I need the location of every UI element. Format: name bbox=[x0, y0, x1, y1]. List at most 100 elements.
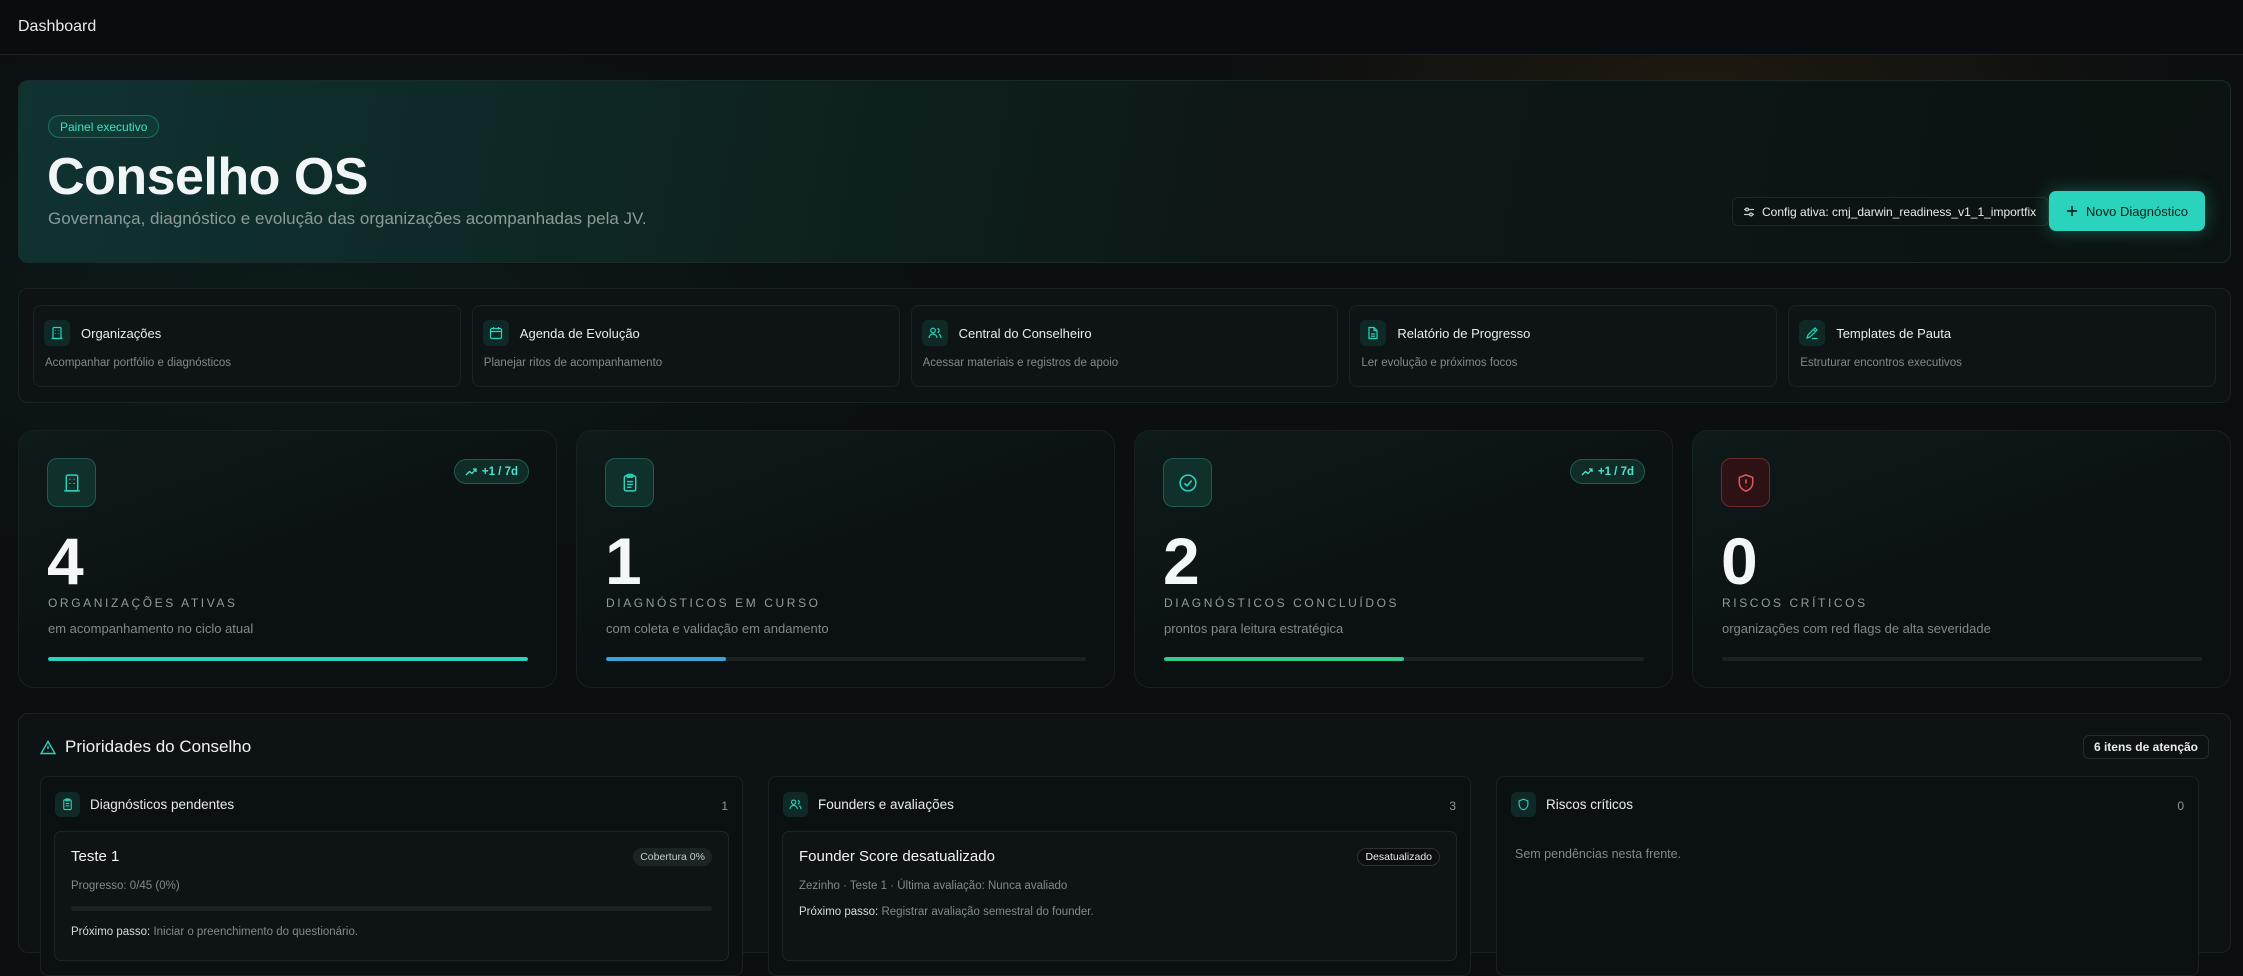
column-founders: Founders e avaliações 3 Founder Score de… bbox=[768, 776, 1471, 976]
stat-label: DIAGNÓSTICOS EM CURSO bbox=[606, 596, 821, 610]
item-meta: Zezinho · Teste 1 · Última avaliação: Nu… bbox=[799, 880, 1068, 892]
hero-title: Conselho OS bbox=[47, 148, 368, 206]
quick-link-templates[interactable]: Templates de Pauta Estruturar encontros … bbox=[1788, 305, 2216, 387]
quick-link-organizacoes[interactable]: Organizações Acompanhar portfólio e diag… bbox=[33, 305, 461, 387]
users-icon bbox=[783, 792, 808, 817]
stat-card-organizacoes[interactable]: +1 / 7d 4 ORGANIZAÇÕES ATIVAS em acompan… bbox=[18, 430, 557, 688]
priority-item[interactable]: Founder Score desatualizado Desatualizad… bbox=[782, 831, 1457, 961]
building-icon bbox=[44, 320, 70, 346]
clipboard-icon bbox=[55, 792, 80, 817]
warning-icon bbox=[40, 739, 56, 754]
stat-progress-track bbox=[1722, 657, 2202, 661]
building-icon bbox=[47, 458, 96, 507]
stat-value: 2 bbox=[1163, 524, 1200, 598]
shield-icon bbox=[1511, 792, 1536, 817]
stat-progress-fill bbox=[606, 657, 726, 661]
column-count: 3 bbox=[1449, 799, 1456, 813]
quick-link-desc: Planejar ritos de acompanhamento bbox=[483, 357, 663, 369]
trend-up-icon bbox=[465, 467, 477, 475]
next-step-label: Próximo passo: bbox=[799, 906, 879, 918]
config-selector[interactable]: Config ativa: cmj_darwin_readiness_v1_1_… bbox=[1732, 197, 2050, 226]
check-circle-icon bbox=[1163, 458, 1212, 507]
column-header: Riscos críticos bbox=[1511, 792, 1633, 817]
quick-links: Organizações Acompanhar portfólio e diag… bbox=[18, 288, 2231, 403]
next-step-text: Iniciar o preenchimento do questionário. bbox=[153, 926, 359, 938]
column-count: 0 bbox=[2177, 799, 2184, 813]
item-progress-track bbox=[71, 906, 712, 911]
stat-progress-fill bbox=[48, 657, 528, 661]
quick-link-title: Relatório de Progresso bbox=[1397, 326, 1531, 341]
coverage-badge: Cobertura 0% bbox=[633, 848, 712, 866]
quick-link-desc: Ler evolução e próximos focos bbox=[1361, 357, 1518, 369]
trend-text: +1 / 7d bbox=[1597, 465, 1634, 478]
stat-card-riscos[interactable]: 0 RISCOS CRÍTICOS organizações com red f… bbox=[1692, 430, 2231, 688]
stat-label: DIAGNÓSTICOS CONCLUÍDOS bbox=[1164, 596, 1400, 610]
column-title: Founders e avaliações bbox=[818, 797, 954, 812]
stats-row: +1 / 7d 4 ORGANIZAÇÕES ATIVAS em acompan… bbox=[18, 430, 2231, 688]
item-next-step: Próximo passo: Registrar avaliação semes… bbox=[799, 906, 1094, 918]
quick-link-title: Central do Conselheiro bbox=[958, 326, 1092, 341]
trend-badge: +1 / 7d bbox=[1569, 459, 1645, 484]
stat-desc: em acompanhamento no ciclo atual bbox=[48, 621, 254, 636]
attention-count-badge: 6 itens de atenção bbox=[2082, 735, 2209, 759]
column-count: 1 bbox=[721, 799, 728, 813]
column-title: Riscos críticos bbox=[1546, 797, 1634, 812]
users-icon bbox=[921, 320, 948, 346]
template-icon bbox=[1799, 320, 1826, 346]
quick-link-title: Organizações bbox=[81, 326, 162, 341]
priorities-header: Prioridades do Conselho bbox=[40, 737, 251, 757]
new-diagnostic-button[interactable]: Novo Diagnóstico bbox=[2049, 191, 2205, 231]
stat-value: 4 bbox=[47, 524, 84, 598]
hero-panel: Painel executivo Conselho OS Governança,… bbox=[18, 80, 2231, 263]
page-title: Dashboard bbox=[18, 18, 97, 35]
empty-state: Sem pendências nesta frente. bbox=[1515, 847, 1682, 861]
stat-desc: com coleta e validação em andamento bbox=[606, 621, 829, 636]
priorities-panel: Prioridades do Conselho 6 itens de atenç… bbox=[18, 713, 2231, 976]
quick-link-desc: Acessar materiais e registros de apoio bbox=[922, 357, 1119, 369]
priority-item[interactable]: Teste 1 Cobertura 0% Progresso: 0/45 (0%… bbox=[54, 831, 729, 961]
hero-subtitle: Governança, diagnóstico e evolução das o… bbox=[48, 209, 647, 228]
calendar-icon bbox=[482, 320, 509, 346]
stat-label: ORGANIZAÇÕES ATIVAS bbox=[48, 596, 238, 610]
clipboard-icon bbox=[605, 458, 654, 507]
stat-progress-track bbox=[606, 657, 1086, 661]
plus-icon bbox=[2067, 206, 2078, 216]
trend-text: +1 / 7d bbox=[481, 465, 518, 478]
stat-card-em-curso[interactable]: 1 DIAGNÓSTICOS EM CURSO com coleta e val… bbox=[576, 430, 1115, 688]
stat-label: RISCOS CRÍTICOS bbox=[1722, 596, 1868, 610]
stat-value: 1 bbox=[605, 524, 642, 598]
stat-value: 0 bbox=[1721, 524, 1758, 598]
column-header: Founders e avaliações bbox=[783, 792, 954, 817]
trend-badge: +1 / 7d bbox=[453, 459, 529, 484]
quick-link-central[interactable]: Central do Conselheiro Acessar materiais… bbox=[910, 305, 1339, 387]
item-next-step: Próximo passo: Iniciar o preenchimento d… bbox=[71, 926, 358, 938]
stat-progress-track bbox=[1164, 657, 1644, 661]
column-diagnosticos-pendentes: Diagnósticos pendentes 1 Teste 1 Cobertu… bbox=[40, 776, 743, 976]
quick-link-title: Templates de Pauta bbox=[1836, 326, 1952, 341]
item-title: Founder Score desatualizado bbox=[799, 848, 995, 865]
quick-link-desc: Estruturar encontros executivos bbox=[1800, 357, 1962, 369]
new-diagnostic-label: Novo Diagnóstico bbox=[2086, 203, 2188, 219]
stat-progress-fill bbox=[1164, 657, 1404, 661]
shield-icon bbox=[1721, 458, 1770, 507]
column-header: Diagnósticos pendentes bbox=[55, 792, 234, 817]
column-title: Diagnósticos pendentes bbox=[90, 797, 235, 812]
stat-card-concluidos[interactable]: +1 / 7d 2 DIAGNÓSTICOS CONCLUÍDOS pronto… bbox=[1134, 430, 1673, 688]
top-bar: Dashboard bbox=[0, 0, 2243, 55]
quick-link-title: Agenda de Evolução bbox=[519, 326, 640, 341]
column-riscos-criticos: Riscos críticos 0 Sem pendências nesta f… bbox=[1496, 776, 2199, 976]
sliders-icon bbox=[1744, 206, 1754, 216]
quick-link-desc: Acompanhar portfólio e diagnósticos bbox=[45, 357, 232, 369]
item-progress-text: Progresso: 0/45 (0%) bbox=[71, 880, 180, 892]
quick-link-agenda[interactable]: Agenda de Evolução Planejar ritos de aco… bbox=[471, 305, 900, 387]
config-label: Config ativa: cmj_darwin_readiness_v1_1_… bbox=[1762, 204, 2037, 219]
outdated-badge: Desatualizado bbox=[1357, 848, 1440, 866]
stat-desc: prontos para leitura estratégica bbox=[1164, 621, 1344, 636]
trend-up-icon bbox=[1581, 467, 1593, 475]
file-icon bbox=[1360, 320, 1387, 346]
stat-desc: organizações com red flags de alta sever… bbox=[1722, 621, 1991, 636]
hero-badge: Painel executivo bbox=[48, 115, 160, 138]
next-step-label: Próximo passo: bbox=[71, 926, 151, 938]
quick-link-relatorio[interactable]: Relatório de Progresso Ler evolução e pr… bbox=[1349, 305, 1778, 387]
item-title: Teste 1 bbox=[71, 848, 120, 865]
